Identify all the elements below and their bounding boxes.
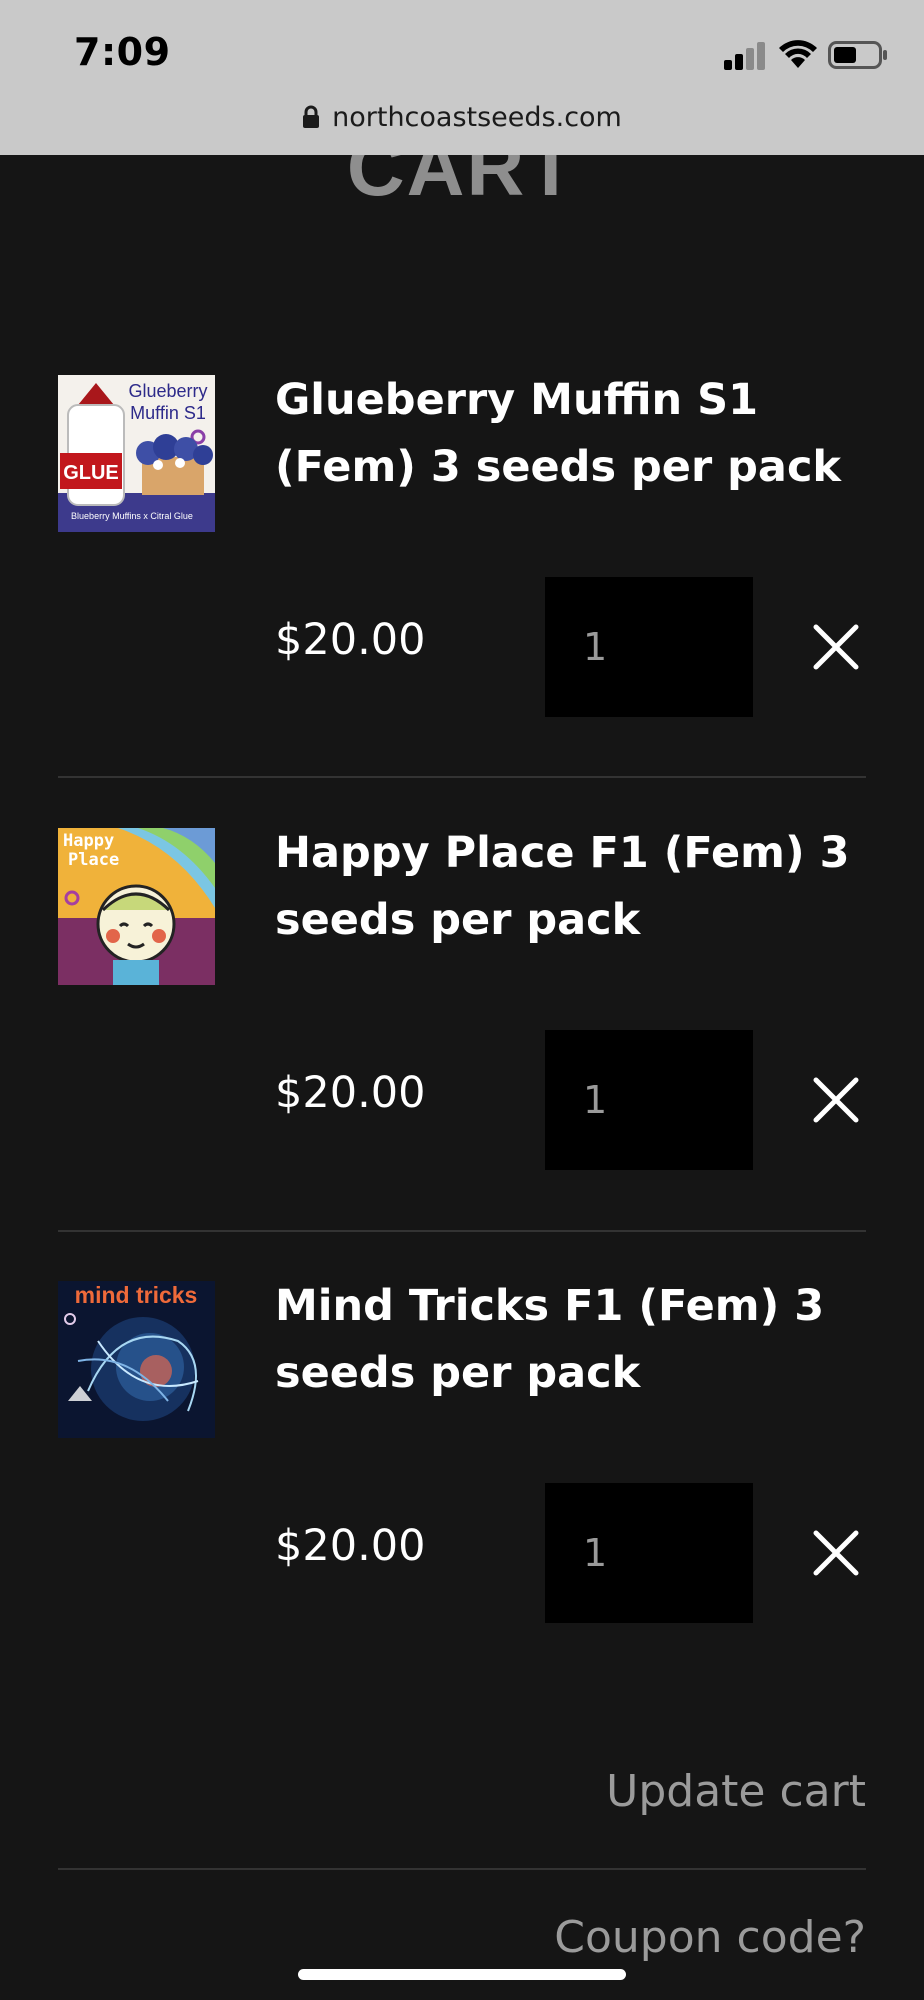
browser-chrome: 7:09 northcoastseeds.com [0, 0, 924, 155]
quantity-input[interactable] [545, 1483, 753, 1623]
product-image[interactable]: Happy Place [58, 828, 215, 985]
quantity-input[interactable] [545, 577, 753, 717]
label-place: Place [68, 850, 119, 870]
lock-icon [303, 105, 320, 128]
close-icon[interactable] [810, 621, 862, 673]
actions-divider [58, 1868, 866, 1870]
label-glueberry: Glueberry [128, 381, 207, 401]
coupon-code-link[interactable]: Coupon code? [554, 1912, 866, 1963]
home-indicator[interactable] [298, 1969, 626, 1980]
address-bar[interactable]: northcoastseeds.com [0, 96, 924, 138]
item-price: $20.00 [275, 615, 426, 665]
label-muffin: Muffin S1 [130, 403, 206, 423]
status-time: 7:09 [74, 30, 171, 74]
item-divider [58, 776, 866, 778]
close-icon[interactable] [810, 1074, 862, 1126]
product-image[interactable]: GLUE Glueberry Muffin S1 Blueberry Muffi… [58, 375, 215, 532]
url-text: northcoastseeds.com [332, 101, 622, 133]
label-happy: Happy [63, 831, 114, 851]
close-icon[interactable] [810, 1527, 862, 1579]
label-mind-tricks: mind tricks [75, 1282, 198, 1308]
update-cart-button[interactable]: Update cart [606, 1766, 866, 1817]
quantity-input[interactable] [545, 1030, 753, 1170]
product-name[interactable]: Glueberry Muffin S1 (Fem) 3 seeds per pa… [275, 367, 875, 501]
cart-page: 7:09 northcoastseeds.com CART GLUE Glueb… [0, 0, 924, 2000]
item-divider [58, 1230, 866, 1232]
label-cross: Blueberry Muffins x Citral Glue [71, 511, 193, 521]
product-name[interactable]: Happy Place F1 (Fem) 3 seeds per pack [275, 820, 875, 954]
product-image[interactable]: mind tricks [58, 1281, 215, 1438]
cart-item: GLUE Glueberry Muffin S1 Blueberry Muffi… [58, 375, 866, 775]
item-price: $20.00 [275, 1068, 426, 1118]
item-price: $20.00 [275, 1521, 426, 1571]
wifi-icon [779, 40, 817, 68]
label-glue: GLUE [63, 462, 119, 484]
cart-item: mind tricks Mind Tricks F1 (Fem) 3 seeds… [58, 1281, 866, 1681]
cellular-signal-icon [724, 42, 765, 70]
battery-icon [828, 41, 887, 69]
product-name[interactable]: Mind Tricks F1 (Fem) 3 seeds per pack [275, 1273, 875, 1407]
cart-item: Happy Place Happy Place F1 (Fem) 3 seeds… [58, 828, 866, 1228]
